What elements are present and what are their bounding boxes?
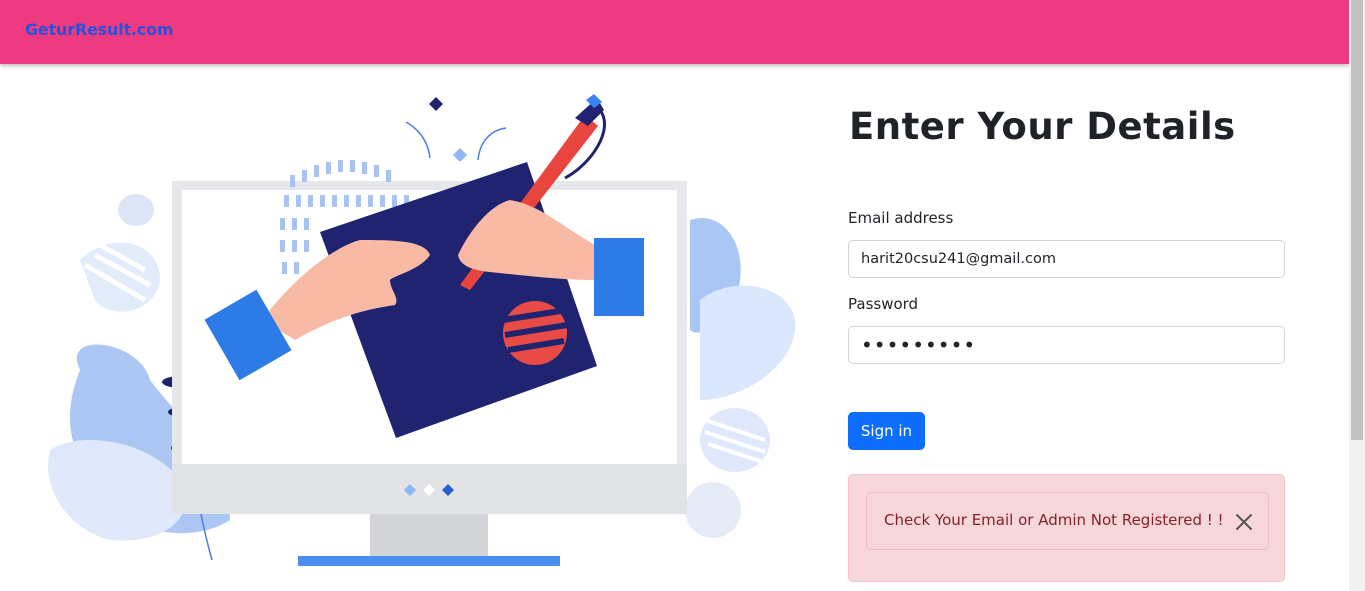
- scrollbar[interactable]: [1349, 0, 1365, 591]
- navbar: GeturResult.com: [0, 0, 1349, 64]
- page: GeturResult.com Enter Your Details Email…: [0, 0, 1365, 591]
- sign-in-button[interactable]: Sign in: [848, 412, 925, 450]
- page-title: Enter Your Details: [849, 105, 1236, 148]
- brand-link[interactable]: GeturResult.com: [25, 20, 174, 39]
- email-label: Email address: [848, 209, 954, 227]
- email-input[interactable]: [848, 240, 1285, 278]
- alert-container: Check Your Email or Admin Not Registered…: [848, 474, 1285, 582]
- close-icon[interactable]: [1233, 511, 1255, 533]
- login-form: Enter Your Details Email address Passwor…: [848, 105, 1285, 582]
- error-alert: Check Your Email or Admin Not Registered…: [866, 492, 1269, 550]
- alert-message: Check Your Email or Admin Not Registered…: [884, 511, 1224, 529]
- password-input[interactable]: [848, 326, 1285, 364]
- scrollbar-thumb[interactable]: [1351, 0, 1363, 440]
- computer-drawing-illustration: [48, 94, 796, 566]
- password-label: Password: [848, 295, 919, 313]
